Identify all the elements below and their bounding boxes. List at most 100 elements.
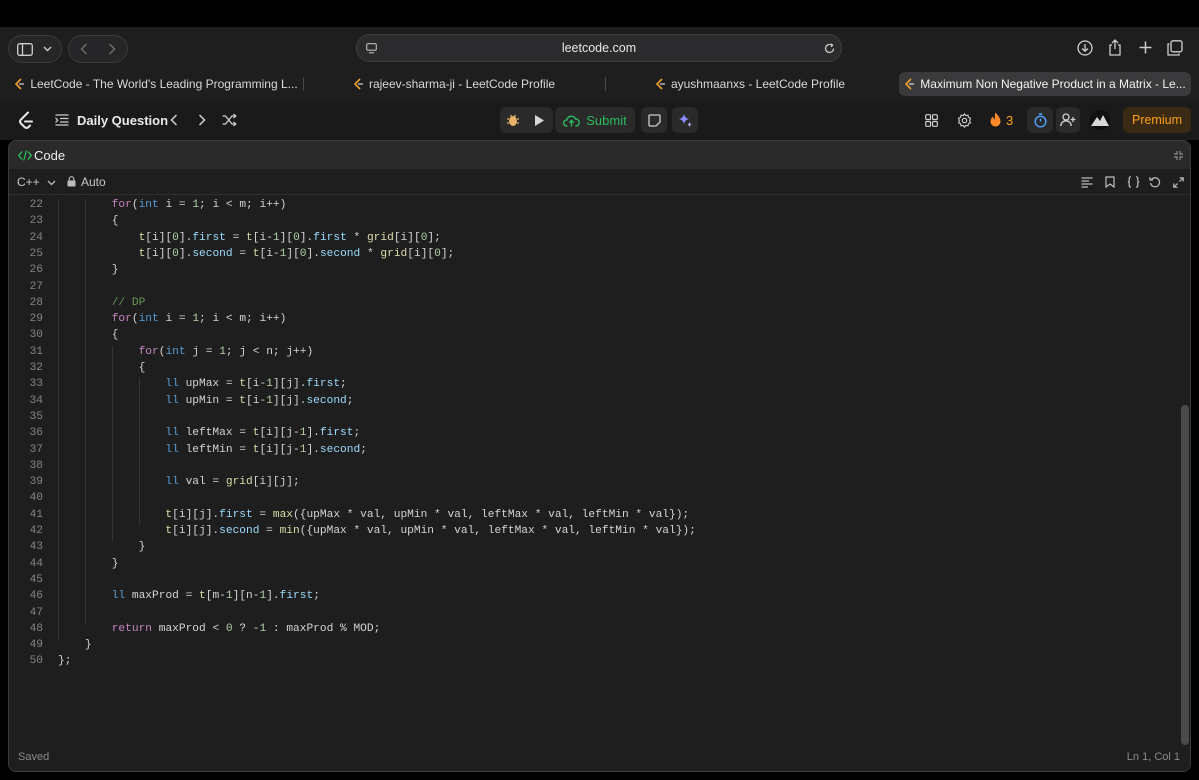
cloud-upload-icon <box>563 114 581 127</box>
code-line[interactable]: 27 <box>9 281 1177 297</box>
code-text[interactable]: // DP <box>58 297 146 309</box>
timer-icon[interactable] <box>1027 107 1053 133</box>
code-line[interactable]: 50}; <box>9 655 1177 671</box>
reset-icon[interactable] <box>1148 175 1162 189</box>
code-text[interactable]: ll leftMax = t[i][j-1].first; <box>58 427 360 439</box>
problem-list-icon[interactable] <box>54 113 70 127</box>
code-text[interactable]: { <box>58 329 119 341</box>
forward-icon[interactable] <box>107 43 117 55</box>
streak-fire-icon[interactable] <box>987 111 1003 129</box>
code-text[interactable]: for(int j = 1; j < n; j++) <box>58 346 314 358</box>
editor-scrollbar[interactable] <box>1180 199 1190 754</box>
code-editor[interactable]: 22 for(int i = 1; i < m; i++) 23 {24 t[i]… <box>9 199 1177 739</box>
new-tab-icon[interactable] <box>1137 39 1153 55</box>
premium-button[interactable]: Premium <box>1123 107 1191 133</box>
code-text[interactable]: ll upMin = t[i-1][j].second; <box>58 395 353 407</box>
code-line[interactable]: 49 } <box>9 639 1177 655</box>
code-line[interactable]: 37 ll leftMin = t[i][j-1].second; <box>9 444 1177 460</box>
code-text[interactable]: }; <box>58 655 71 667</box>
run-icon[interactable] <box>531 112 547 128</box>
mode-label[interactable]: Auto <box>81 175 106 189</box>
sidebar-icon[interactable] <box>17 42 33 56</box>
downloads-icon[interactable] <box>1076 39 1094 57</box>
ai-sparkle-icon[interactable] <box>672 107 698 133</box>
code-line[interactable]: 42 t[i][j].second = min({upMax * val, up… <box>9 525 1177 541</box>
code-text[interactable]: } <box>58 264 119 276</box>
shuffle-icon[interactable] <box>221 113 237 127</box>
code-text[interactable]: for(int i = 1; i < m; i++) <box>58 199 287 211</box>
code-line[interactable]: 40 <box>9 492 1177 508</box>
code-line[interactable]: 35 <box>9 411 1177 427</box>
code-line[interactable]: 47 <box>9 607 1177 623</box>
tab-profile-ayushmaan[interactable]: ayushmaanxs - LeetCode Profile <box>608 72 892 96</box>
code-text[interactable]: } <box>58 639 92 651</box>
code-text[interactable]: return maxProd < 0 ? -1 : maxProd % MOD; <box>58 623 381 635</box>
code-text[interactable]: ll maxProd = t[m-1][n-1].first; <box>58 590 320 602</box>
tab-overview-icon[interactable] <box>1166 39 1184 57</box>
line-number: 42 <box>29 525 43 537</box>
code-text[interactable]: t[i][0].first = t[i-1][0].first * grid[i… <box>58 232 441 244</box>
code-line[interactable]: 26 } <box>9 264 1177 280</box>
language-select[interactable]: C++ <box>17 175 56 189</box>
reload-icon[interactable] <box>823 42 835 54</box>
chevron-down-icon[interactable] <box>42 44 52 54</box>
format-icon[interactable] <box>1080 175 1094 189</box>
code-text[interactable]: { <box>58 215 119 227</box>
tab-profile-rajeev[interactable]: rajeev-sharma-ji - LeetCode Profile <box>306 72 602 96</box>
code-line[interactable]: 43 } <box>9 541 1177 557</box>
submit-button[interactable]: Submit <box>555 107 635 133</box>
code-line[interactable]: 24 t[i][0].first = t[i-1][0].first * gri… <box>9 232 1177 248</box>
code-text[interactable]: ll leftMin = t[i][j-1].second; <box>58 444 366 456</box>
bookmark-icon[interactable] <box>1103 175 1117 189</box>
code-line[interactable]: 22 for(int i = 1; i < m; i++) <box>9 199 1177 215</box>
address-bar[interactable]: leetcode.com <box>356 34 842 62</box>
tab-active-problem[interactable]: Maximum Non Negative Product in a Matrix… <box>899 72 1191 96</box>
collapse-icon[interactable] <box>1171 148 1185 162</box>
code-text[interactable]: } <box>58 541 146 553</box>
prev-problem-icon[interactable] <box>168 113 180 127</box>
code-line[interactable]: 30 { <box>9 329 1177 345</box>
code-line[interactable]: 25 t[i][0].second = t[i-1][0].second * g… <box>9 248 1177 264</box>
layout-icon[interactable] <box>923 112 939 128</box>
code-text[interactable]: ll upMax = t[i-1][j].first; <box>58 378 346 390</box>
debug-icon[interactable] <box>505 112 521 128</box>
next-problem-icon[interactable] <box>196 113 208 127</box>
code-line[interactable]: 23 { <box>9 215 1177 231</box>
sidebar-toggle-group[interactable] <box>8 35 62 63</box>
code-text[interactable]: t[i][0].second = t[i-1][0].second * grid… <box>58 248 455 260</box>
code-text[interactable]: } <box>58 558 119 570</box>
line-number: 31 <box>29 345 43 358</box>
code-line[interactable]: 44 } <box>9 558 1177 574</box>
problem-list-title[interactable]: Daily Question <box>77 113 168 128</box>
code-line[interactable]: 39 ll val = grid[i][j]; <box>9 476 1177 492</box>
add-friend-icon[interactable] <box>1056 107 1080 133</box>
scrollbar-thumb[interactable] <box>1181 405 1189 745</box>
code-text[interactable]: { <box>58 362 146 374</box>
code-line[interactable]: 46 ll maxProd = t[m-1][n-1].first; <box>9 590 1177 606</box>
code-text[interactable]: t[i][j].first = max({upMax * val, upMin … <box>58 509 689 521</box>
code-text[interactable]: for(int i = 1; i < m; i++) <box>58 313 287 325</box>
code-line[interactable]: 45 <box>9 574 1177 590</box>
code-line[interactable]: 41 t[i][j].first = max({upMax * val, upM… <box>9 509 1177 525</box>
submit-label: Submit <box>586 112 627 128</box>
code-line[interactable]: 36 ll leftMax = t[i][j-1].first; <box>9 427 1177 443</box>
code-text[interactable]: t[i][j].second = min({upMax * val, upMin… <box>58 525 695 537</box>
leetcode-logo-icon[interactable] <box>17 110 35 130</box>
code-line[interactable]: 32 { <box>9 362 1177 378</box>
code-line[interactable]: 29 for(int i = 1; i < m; i++) <box>9 313 1177 329</box>
code-line[interactable]: 38 <box>9 460 1177 476</box>
tab-leetcode-home[interactable]: LeetCode - The World's Leading Programmi… <box>12 72 300 96</box>
back-icon[interactable] <box>79 43 89 55</box>
code-line[interactable]: 33 ll upMax = t[i-1][j].first; <box>9 378 1177 394</box>
braces-icon[interactable] <box>1125 175 1141 189</box>
avatar[interactable] <box>1090 110 1110 130</box>
settings-gear-icon[interactable] <box>955 111 973 129</box>
notes-icon[interactable] <box>641 107 667 133</box>
code-text[interactable]: ll val = grid[i][j]; <box>58 476 299 488</box>
code-line[interactable]: 31 for(int j = 1; j < n; j++) <box>9 346 1177 362</box>
code-line[interactable]: 48 return maxProd < 0 ? -1 : maxProd % M… <box>9 623 1177 639</box>
code-line[interactable]: 28 // DP <box>9 297 1177 313</box>
code-line[interactable]: 34 ll upMin = t[i-1][j].second; <box>9 395 1177 411</box>
share-icon[interactable] <box>1106 38 1124 56</box>
expand-icon[interactable] <box>1171 175 1185 189</box>
